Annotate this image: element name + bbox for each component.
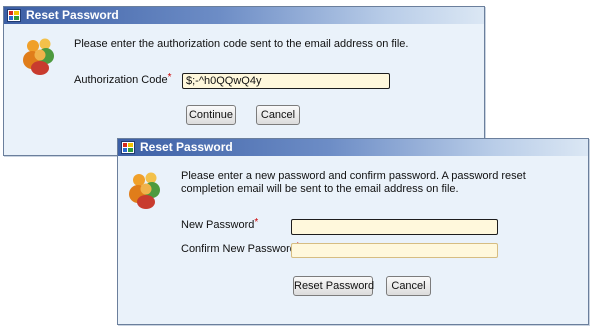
cancel-button[interactable]: Cancel: [256, 105, 300, 125]
required-marker: *: [167, 72, 172, 83]
users-icon: [129, 172, 160, 209]
title-bar: Reset Password: [118, 139, 588, 156]
confirm-password-input[interactable]: [291, 243, 498, 258]
title-bar: Reset Password: [4, 7, 484, 24]
dialog-title: Reset Password: [26, 8, 119, 22]
new-password-label-text: New Password: [181, 219, 255, 231]
cancel-button[interactable]: Cancel: [386, 276, 431, 296]
confirm-password-label: Confirm New Password*: [181, 241, 300, 255]
new-password-label: New Password*: [181, 217, 259, 231]
authorization-code-label: Authorization Code*: [74, 72, 172, 86]
app-icon: [7, 9, 21, 22]
new-password-dialog: Reset Password Please enter a new passwo…: [117, 138, 589, 325]
instruction-text: Please enter a new password and confirm …: [181, 170, 526, 195]
screenshot-stage: Reset Password Please enter the authoriz…: [0, 0, 594, 328]
continue-button[interactable]: Continue: [186, 105, 236, 125]
reset-password-button[interactable]: Reset Password: [293, 276, 374, 296]
required-marker: *: [254, 217, 259, 228]
confirm-password-label-text: Confirm New Password: [181, 243, 296, 255]
new-password-input[interactable]: [291, 219, 498, 235]
app-icon: [121, 141, 135, 154]
authorization-dialog: Reset Password Please enter the authoriz…: [3, 6, 485, 156]
authorization-code-input[interactable]: $;-^h0QQwQ4y: [182, 73, 390, 89]
authorization-code-label-text: Authorization Code: [74, 74, 168, 86]
users-icon: [23, 38, 54, 75]
instruction-text: Please enter the authorization code sent…: [74, 38, 409, 50]
dialog-title: Reset Password: [140, 140, 233, 154]
